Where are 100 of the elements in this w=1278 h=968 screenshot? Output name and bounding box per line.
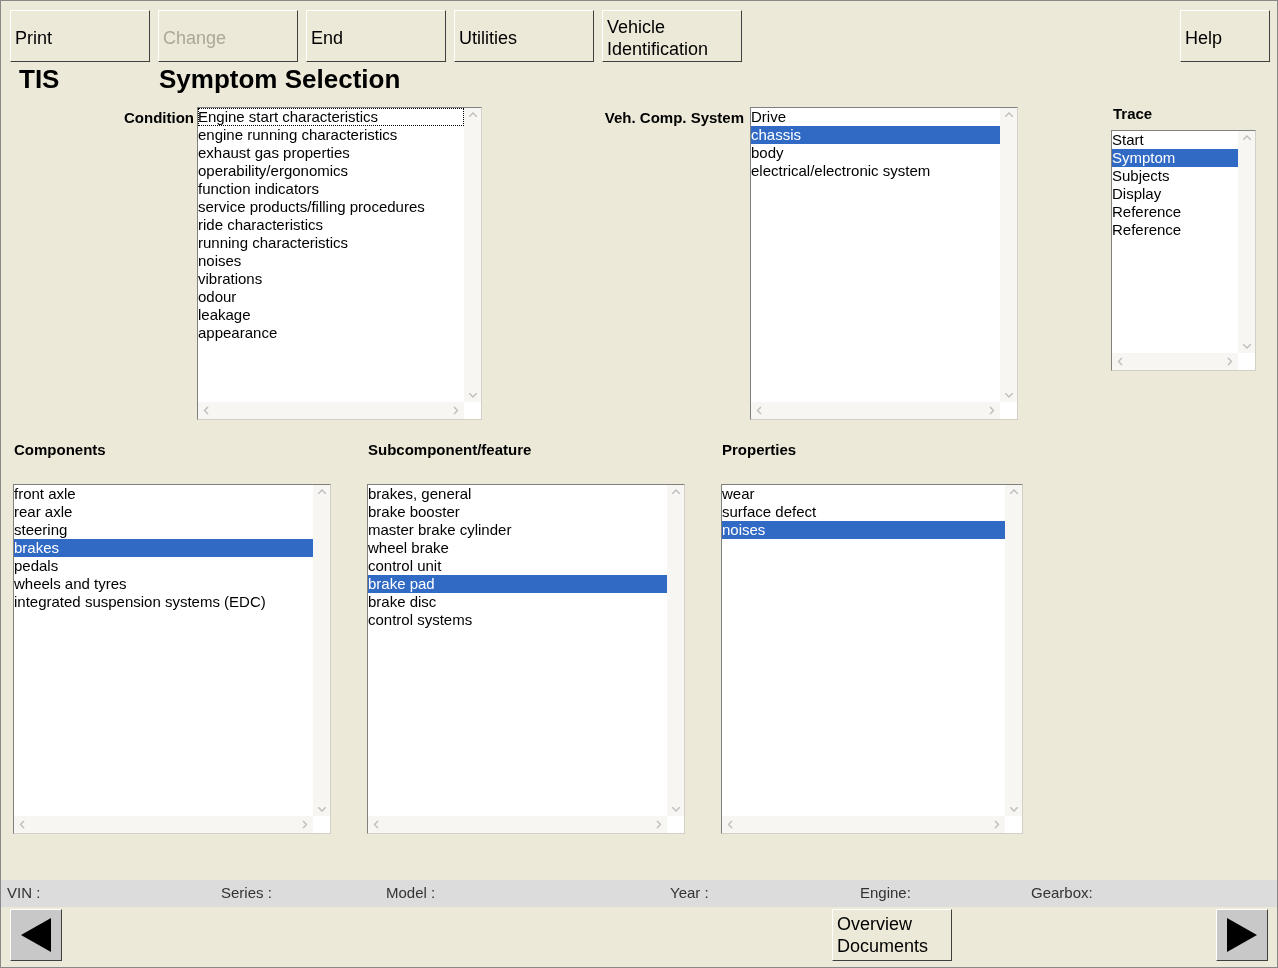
scroll-down-icon [1009, 806, 1018, 812]
horizontal-scrollbar[interactable] [368, 815, 667, 833]
scroll-right-icon [1227, 357, 1233, 365]
list-item[interactable]: wear [722, 484, 1005, 503]
list-item[interactable]: master brake cylinder [368, 520, 667, 539]
vertical-scrollbar[interactable] [1238, 130, 1255, 353]
list-item[interactable]: pedals [14, 556, 313, 575]
toolbar-button[interactable]: Print [10, 10, 150, 62]
list-item[interactable]: brake pad [368, 574, 667, 593]
status-field: VIN : [7, 882, 221, 905]
list-item[interactable]: Subjects [1112, 166, 1238, 185]
scroll-up-icon [1004, 112, 1013, 117]
list-item[interactable]: engine running characteristics [198, 126, 464, 144]
list-box[interactable]: Start Symptom Subjects Display Reference Reference [1111, 129, 1256, 371]
overview-documents-button[interactable]: Overview Documents [832, 909, 952, 961]
list-item[interactable]: integrated suspension systems (EDC) [14, 592, 313, 611]
scroll-left-icon [727, 820, 733, 828]
list-item[interactable]: Start [1112, 130, 1238, 149]
list-item[interactable]: Engine start characteristics [198, 108, 464, 126]
list-item[interactable]: Reference [1112, 220, 1238, 239]
list-item[interactable]: operability/ergonomics [198, 162, 464, 180]
list-item[interactable]: control unit [368, 556, 667, 575]
field-label: Condition [124, 108, 194, 128]
right-triangle-icon [1227, 918, 1257, 952]
scroll-up-icon [671, 488, 680, 494]
list-item[interactable]: front axle [14, 484, 313, 503]
list-item[interactable]: brakes [14, 538, 313, 557]
list-item[interactable]: wheel brake [368, 538, 667, 557]
list-item[interactable]: noises [198, 252, 464, 270]
list-item[interactable]: function indicators [198, 180, 464, 198]
vertical-scrollbar[interactable] [464, 108, 481, 402]
horizontal-scrollbar[interactable] [14, 815, 313, 833]
list-item[interactable]: brakes, general [368, 484, 667, 503]
horizontal-scrollbar[interactable] [722, 815, 1005, 833]
list-item[interactable]: chassis [751, 126, 1000, 144]
scroll-up-icon [317, 488, 326, 494]
list-item[interactable]: Drive [751, 108, 1000, 126]
horizontal-scrollbar[interactable] [1112, 352, 1238, 370]
horizontal-scrollbar[interactable] [751, 402, 1000, 419]
back-button[interactable] [10, 909, 62, 961]
list-item[interactable]: exhaust gas properties [198, 144, 464, 162]
status-field: Gearbox: [1031, 882, 1231, 905]
app-name: TIS [19, 62, 61, 96]
list-item[interactable]: Display [1112, 184, 1238, 203]
scroll-down-icon [317, 806, 326, 812]
scroll-down-icon [1004, 393, 1013, 398]
list-item[interactable]: control systems [368, 610, 667, 629]
list-box[interactable]: brakes, general brake booster master brake cylinder wheel brake control unit brake pad brake disc control systems [367, 483, 685, 834]
scroll-left-icon [19, 820, 25, 828]
scroll-left-icon [1117, 357, 1123, 365]
list-item[interactable]: Symptom [1112, 148, 1238, 167]
list-item[interactable]: surface defect [722, 502, 1005, 521]
list-item[interactable]: wheels and tyres [14, 574, 313, 593]
list-item[interactable]: running characteristics [198, 234, 464, 252]
scroll-right-icon [989, 406, 995, 415]
list-item[interactable]: appearance [198, 324, 464, 342]
list-box[interactable]: Drive chassis body electrical/electronic system [750, 107, 1018, 420]
list-item[interactable]: electrical/electronic system [751, 162, 1000, 180]
scroll-right-icon [302, 820, 308, 828]
page-title: Symptom Selection [159, 62, 401, 96]
scroll-up-icon [468, 112, 477, 117]
status-field: Model : [386, 882, 670, 905]
field-label: Subcomponent/feature [368, 440, 533, 460]
vertical-scrollbar[interactable] [667, 484, 684, 816]
list-box[interactable]: front axle rear axle steering brakes pedals wheels and tyres integrated suspension systems (EDC) [13, 483, 331, 834]
scroll-down-icon [468, 393, 477, 398]
list-item[interactable]: rear axle [14, 502, 313, 521]
field-label: Properties [722, 440, 798, 460]
list-item[interactable]: ride characteristics [198, 216, 464, 234]
status-field: Series : [221, 882, 386, 905]
left-triangle-icon [21, 918, 51, 952]
scroll-left-icon [203, 406, 209, 415]
toolbar-button[interactable]: End [306, 10, 446, 62]
vertical-scrollbar[interactable] [1005, 484, 1022, 816]
toolbar-button[interactable]: Vehicle Identification [602, 10, 742, 62]
status-field: Engine: [860, 882, 1031, 905]
vertical-scrollbar[interactable] [313, 484, 330, 816]
list-item[interactable]: odour [198, 288, 464, 306]
horizontal-scrollbar[interactable] [198, 402, 464, 419]
list-item[interactable]: steering [14, 520, 313, 539]
toolbar-button[interactable]: Help [1180, 10, 1270, 62]
toolbar-button[interactable]: Utilities [454, 10, 594, 62]
list-box[interactable]: wear surface defect noises [721, 483, 1023, 834]
scroll-down-icon [671, 806, 680, 812]
list-box[interactable] [197, 107, 482, 420]
status-field: Year : [670, 882, 860, 905]
list-item[interactable]: body [751, 144, 1000, 162]
list-item[interactable]: brake disc [368, 592, 667, 611]
list-item[interactable]: Reference [1112, 202, 1238, 221]
list-item[interactable]: service products/filling procedures [198, 198, 464, 216]
forward-button[interactable] [1216, 909, 1268, 961]
list-item[interactable]: noises [722, 520, 1005, 539]
field-label: Veh. Comp. System [604, 108, 744, 128]
list-item[interactable]: brake booster [368, 502, 667, 521]
scroll-left-icon [756, 406, 762, 415]
vertical-scrollbar[interactable] [1000, 108, 1017, 402]
list-item[interactable]: vibrations [198, 270, 464, 288]
scroll-up-icon [1009, 488, 1018, 494]
scroll-left-icon [373, 820, 379, 828]
list-item[interactable]: leakage [198, 306, 464, 324]
